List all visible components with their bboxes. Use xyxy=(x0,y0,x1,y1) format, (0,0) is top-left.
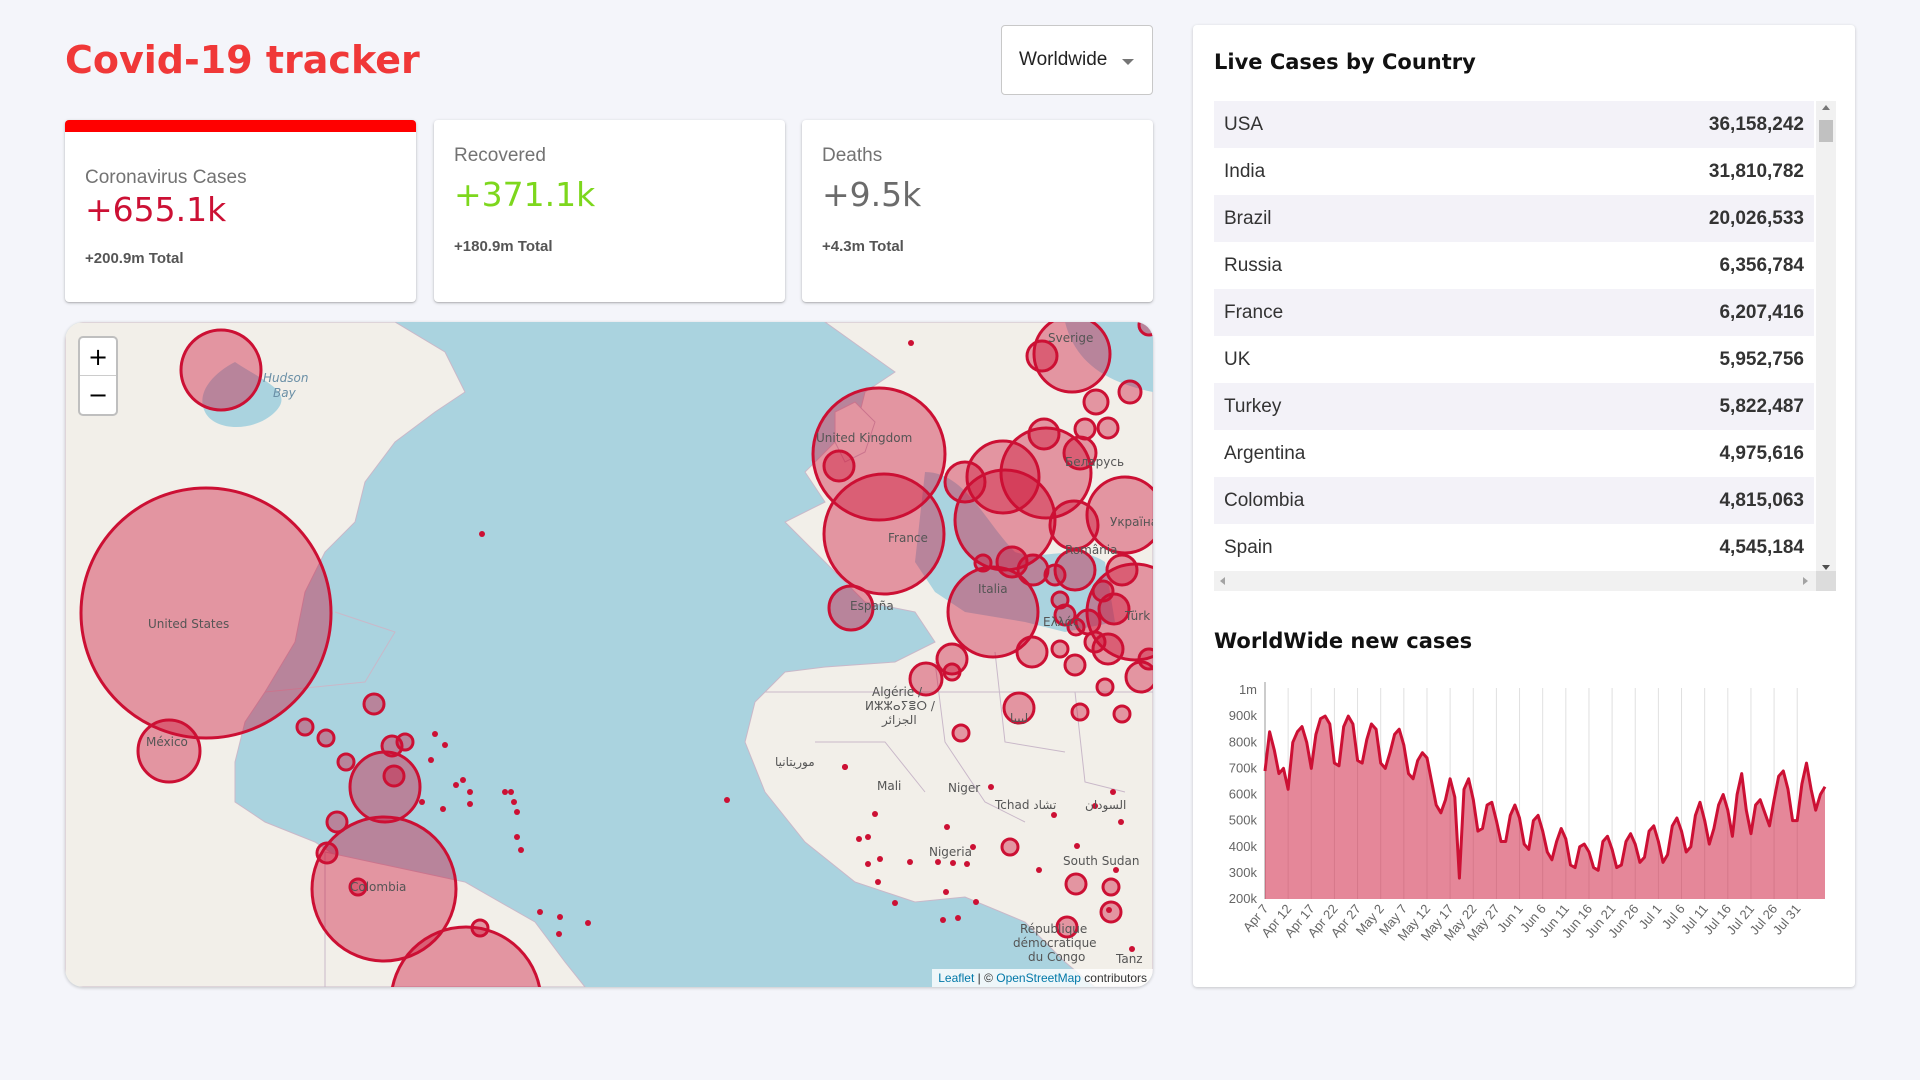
y-tick-label: 700k xyxy=(1229,760,1258,775)
new-cases-chart: 200k300k400k500k600k700k800k900k1mApr 7A… xyxy=(1229,682,1827,944)
map-label: Italia xyxy=(978,582,1008,596)
stat-value: +655.1k xyxy=(85,190,227,229)
map-label: España xyxy=(850,599,894,613)
stat-card-deaths[interactable]: Deaths +9.5k +4.3m Total xyxy=(802,120,1153,302)
map-label: Tchad تشاد xyxy=(994,798,1056,812)
stat-total: +180.9m Total xyxy=(454,238,553,255)
stat-value: +9.5k xyxy=(822,175,922,214)
map-label: Nigeria xyxy=(929,845,972,859)
world-map[interactable]: Hudson Bay United States México Colombia… xyxy=(65,322,1153,987)
map-label: Беларусь xyxy=(1065,455,1124,469)
map-canvas[interactable]: Hudson Bay United States México Colombia… xyxy=(65,322,1153,987)
map-label: South Sudan xyxy=(1063,854,1140,868)
y-tick-label: 1m xyxy=(1239,682,1257,697)
stat-total: +4.3m Total xyxy=(822,238,904,255)
osm-link[interactable]: OpenStreetMap xyxy=(996,971,1081,985)
zoom-out-button[interactable]: − xyxy=(80,376,116,414)
attribution-separator: | © xyxy=(974,971,997,985)
leaflet-link[interactable]: Leaflet xyxy=(938,971,974,985)
y-tick-label: 900k xyxy=(1229,708,1258,723)
zoom-in-button[interactable]: + xyxy=(80,338,116,376)
map-label: Tanz xyxy=(1115,952,1143,966)
stat-card-cases[interactable]: Coronavirus Cases +655.1k +200.9m Total xyxy=(65,120,416,302)
attribution-suffix: contributors xyxy=(1080,971,1147,985)
map-attribution: Leaflet | © OpenStreetMap contributors xyxy=(932,969,1153,987)
map-label: République xyxy=(1020,922,1087,936)
map-label: France xyxy=(888,531,928,545)
y-tick-label: 600k xyxy=(1229,787,1258,802)
map-label: United States xyxy=(148,617,229,631)
map-label: Hudson xyxy=(263,371,308,385)
stat-value: +371.1k xyxy=(454,175,596,214)
right-panel: Live Cases by Country USA 36,158,242 India… xyxy=(1193,25,1855,987)
map-label: Україна xyxy=(1110,515,1153,529)
y-tick-label: 800k xyxy=(1229,734,1258,749)
y-tick-label: 400k xyxy=(1229,839,1258,854)
map-label: Bay xyxy=(273,386,297,400)
area-fill xyxy=(1265,716,1825,899)
map-label: الجزائر xyxy=(881,713,917,728)
zoom-control: + − xyxy=(78,336,118,416)
map-label: السودان xyxy=(1085,798,1126,813)
y-tick-label: 200k xyxy=(1229,891,1258,906)
map-label: Algérie / xyxy=(872,685,923,699)
country-select[interactable]: Worldwide xyxy=(1001,25,1153,95)
stat-title: Recovered xyxy=(454,145,546,166)
stat-title: Deaths xyxy=(822,145,883,166)
y-tick-label: 500k xyxy=(1229,813,1258,828)
map-label: Mali xyxy=(877,779,901,793)
map-label: România xyxy=(1065,543,1117,557)
map-label: México xyxy=(146,735,188,749)
map-label: Sverige xyxy=(1048,331,1093,345)
caret-down-icon xyxy=(1122,59,1134,65)
stat-total: +200.9m Total xyxy=(85,250,184,267)
map-label: Türk xyxy=(1124,609,1150,623)
map-label: Niger xyxy=(948,781,980,795)
country-select-value: Worldwide xyxy=(1019,49,1108,70)
map-label: ⵍⵣⵣⴰⵢⴻⵔ / xyxy=(865,699,936,713)
map-label: Ελλάς xyxy=(1043,615,1080,629)
map-label: موريتانيا xyxy=(775,755,815,770)
map-label: démocratique xyxy=(1013,936,1097,950)
stat-card-recovered[interactable]: Recovered +371.1k +180.9m Total xyxy=(434,120,785,302)
map-label: United Kingdom xyxy=(816,431,912,445)
x-tick-label: Jul 1 xyxy=(1636,901,1665,932)
app-title: Covid-19 tracker xyxy=(65,38,420,82)
y-tick-label: 300k xyxy=(1229,865,1258,880)
stat-title: Coronavirus Cases xyxy=(85,167,247,188)
map-label: du Congo xyxy=(1028,950,1085,964)
map-label: ليبيا xyxy=(1010,711,1028,725)
map-label: Colombia xyxy=(350,880,406,894)
